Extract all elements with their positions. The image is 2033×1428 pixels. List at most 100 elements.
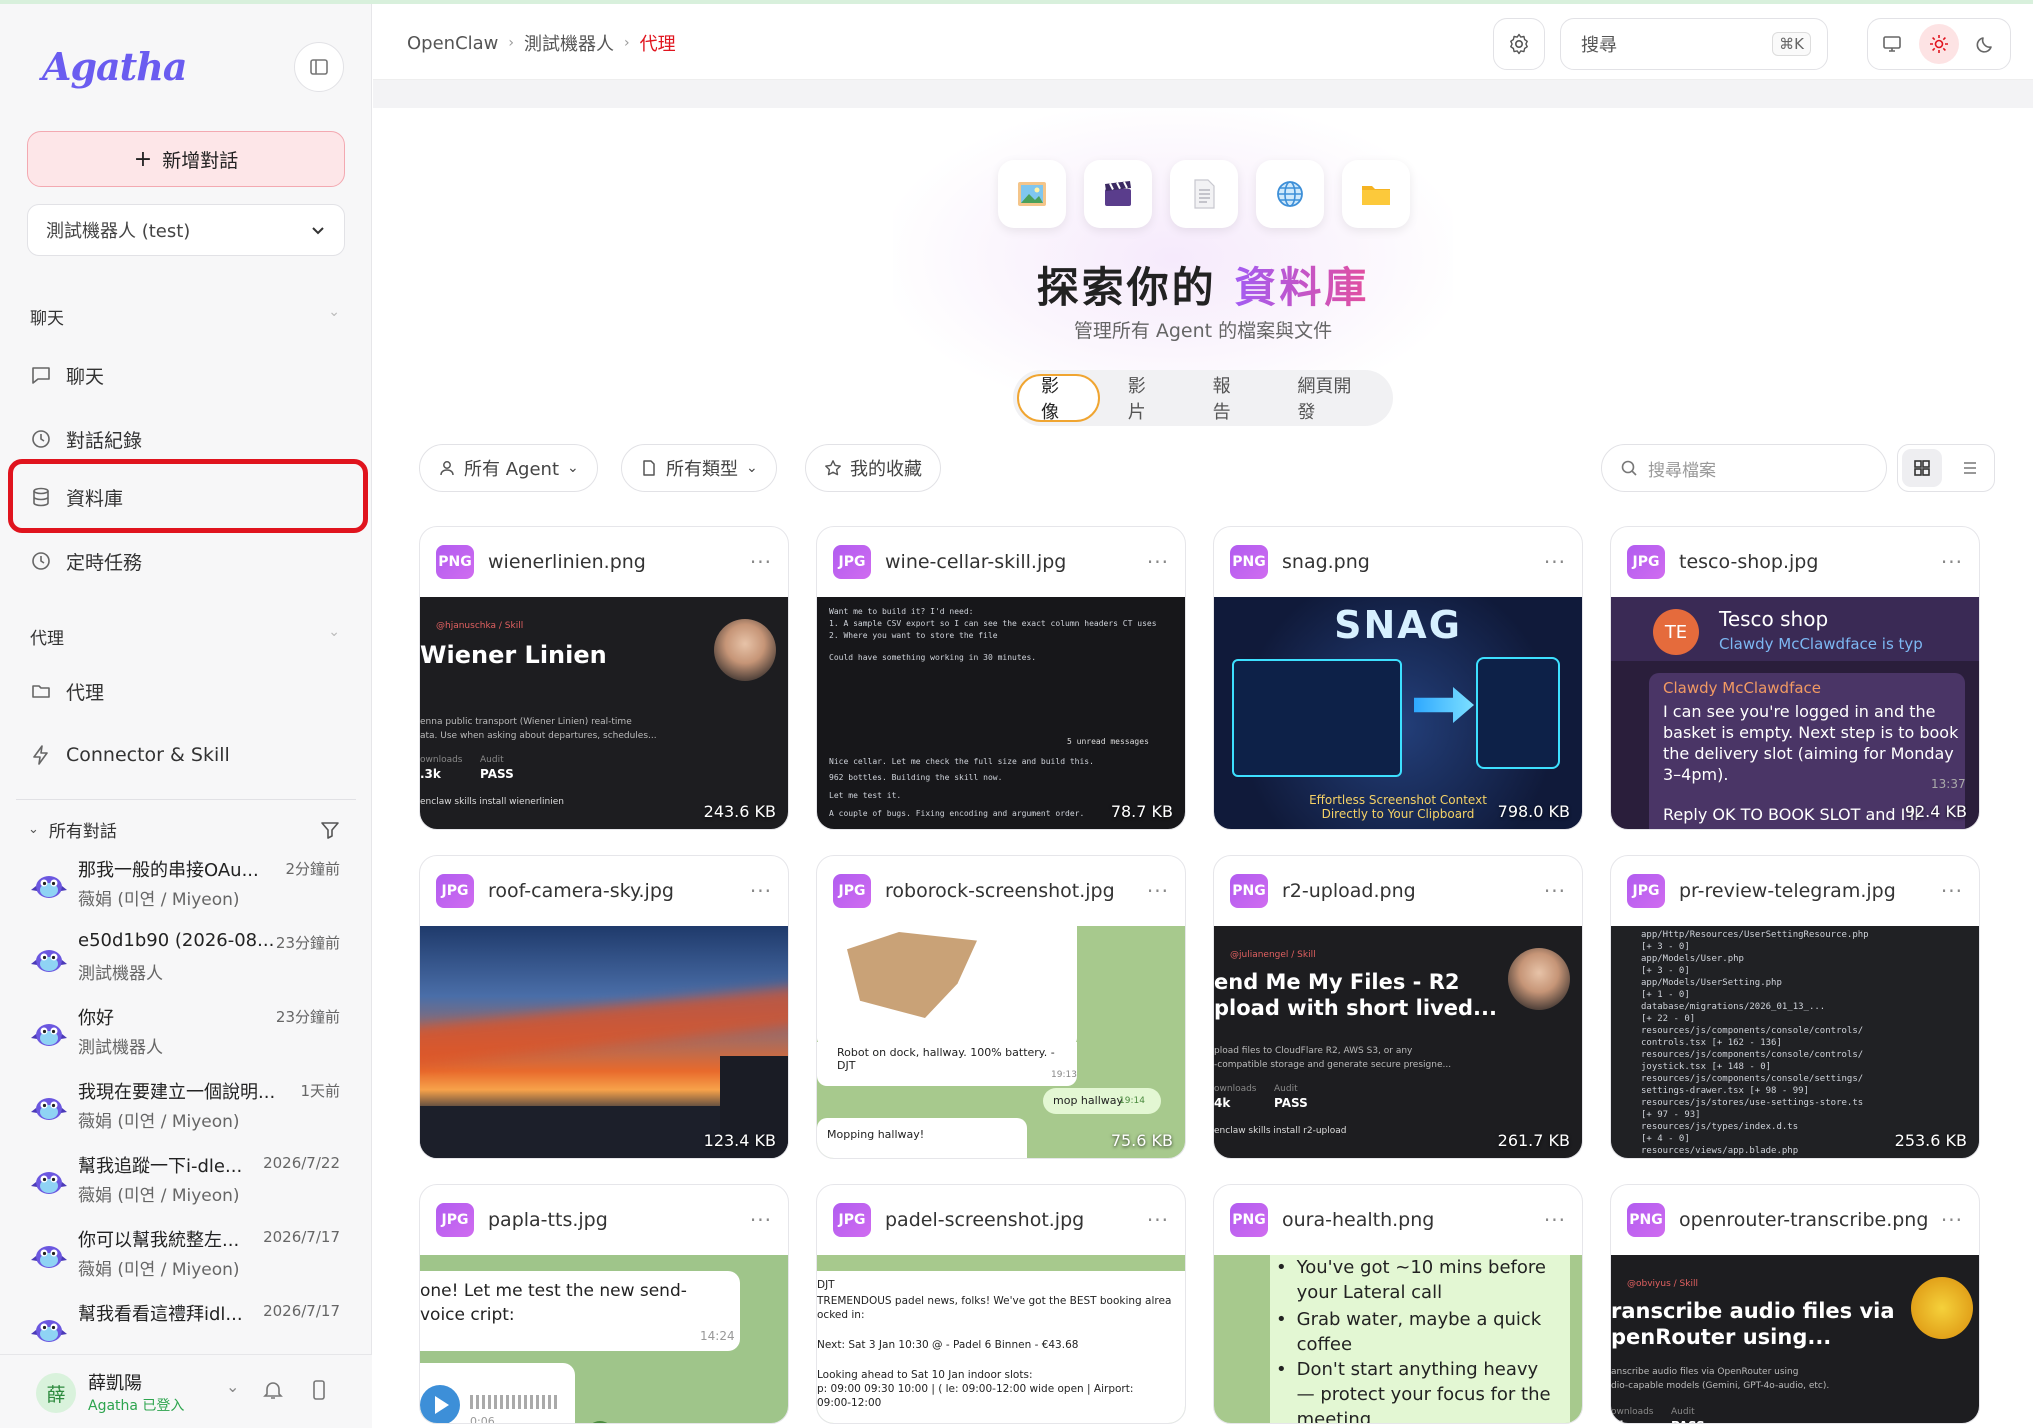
agent-select[interactable]: 測試機器人 (test) [27, 204, 345, 256]
sidebar-item-label: 代理 [66, 681, 105, 704]
section-agent-header[interactable]: 代理 ⌄ [30, 624, 340, 649]
conversation-item[interactable]: 那我一般的串接OAu... 2分鐘前 薇娟 (미연 / Miyeon) [28, 856, 340, 922]
conversation-agent: 薇娟 (미연 / Miyeon) [78, 890, 240, 910]
file-card[interactable]: JPG roof-camera-sky.jpg ··· 123.4 KB [419, 855, 789, 1159]
sidebar-item-agent[interactable]: 代理 [28, 666, 350, 716]
sidebar-item-history[interactable]: 對話紀錄 [28, 414, 350, 464]
thumb-text: Grab water, maybe a quick coffee [1296, 1309, 1542, 1355]
bot-avatar-icon [30, 1014, 68, 1052]
more-options-icon[interactable]: ··· [1941, 879, 1963, 903]
settings-button[interactable] [1493, 18, 1545, 70]
sidebar-item-connector-skill[interactable]: Connector & Skill [28, 730, 350, 780]
file-card[interactable]: JPG pr-review-telegram.jpg ··· app/Http/Res… [1610, 855, 1980, 1159]
breadcrumb: OpenClaw › 測試機器人 › 代理 [407, 30, 676, 56]
type-filter[interactable]: 所有類型 ⌄ [621, 444, 777, 492]
file-name[interactable]: padel-screenshot.jpg [885, 1209, 1147, 1231]
file-type-badge: JPG [833, 874, 871, 908]
file-card[interactable]: JPG padel-screenshot.jpg ··· DJT TREMENDOUS … [816, 1184, 1186, 1424]
file-search-input[interactable]: 搜尋檔案 [1601, 444, 1887, 492]
thumb-text: controls.tsx [+ 162 - 136] [1641, 1038, 1782, 1048]
sidebar-collapse-button[interactable] [294, 42, 344, 92]
file-card[interactable]: JPG tesco-shop.jpg ··· TE Tesco shop Clawdy M… [1610, 526, 1980, 830]
breadcrumb-item[interactable]: 測試機器人 [524, 30, 614, 56]
file-card[interactable]: PNG oura-health.png ··· • You've got ~10 min… [1213, 1184, 1583, 1424]
file-search-placeholder: 搜尋檔案 [1648, 460, 1716, 481]
file-card[interactable]: PNG wienerlinien.png ··· @hjanuschka / Skil… [419, 526, 789, 830]
section-chat-header[interactable]: 聊天 ⌄ [30, 304, 340, 329]
conversation-item[interactable]: 你好 23分鐘前 測試機器人 [28, 1004, 340, 1070]
chevron-down-icon[interactable]: ⌄ [226, 1377, 239, 1396]
new-chat-label: 新增對話 [162, 149, 239, 172]
file-name[interactable]: wine-cellar-skill.jpg [885, 551, 1147, 573]
tab-images[interactable]: 影像 [1017, 374, 1100, 423]
sidebar-item-chat[interactable]: 聊天 [28, 350, 350, 400]
tab-web-dev[interactable]: 網頁開發 [1275, 374, 1389, 423]
thumb-text: 19:14 [1119, 1096, 1145, 1106]
more-options-icon[interactable]: ··· [1147, 1208, 1169, 1232]
file-name[interactable]: roborock-screenshot.jpg [885, 880, 1147, 902]
tab-videos[interactable]: 影片 [1106, 374, 1185, 423]
file-card-header: JPG padel-screenshot.jpg ··· [817, 1185, 1185, 1255]
phone-icon[interactable] [308, 1379, 330, 1401]
file-name[interactable]: oura-health.png [1282, 1209, 1544, 1231]
thumb-text: 4k [1214, 1096, 1231, 1110]
breadcrumb-item[interactable]: OpenClaw [407, 33, 498, 54]
file-thumbnail: @obviyus / Skill ranscribe audio files vi… [1611, 1255, 1979, 1423]
new-chat-button[interactable]: + 新增對話 [27, 131, 345, 187]
more-options-icon[interactable]: ··· [1544, 1208, 1566, 1232]
file-name[interactable]: r2-upload.png [1282, 880, 1544, 902]
more-options-icon[interactable]: ··· [1941, 1208, 1963, 1232]
file-name[interactable]: pr-review-telegram.jpg [1679, 880, 1941, 902]
file-name[interactable]: openrouter-transcribe.png [1679, 1209, 1941, 1231]
file-name[interactable]: wienerlinien.png [488, 551, 750, 573]
thumb-text: @julianengel / Skill [1230, 950, 1316, 960]
global-search[interactable]: 搜尋 ⌘K [1560, 18, 1828, 70]
tab-reports[interactable]: 報告 [1191, 374, 1270, 423]
more-options-icon[interactable]: ··· [750, 879, 772, 903]
conversation-item[interactable]: 我現在要建立一個說明... 1天前 薇娟 (미연 / Miyeon) [28, 1078, 340, 1144]
thumb-text: @obviyus / Skill [1627, 1279, 1698, 1289]
file-card[interactable]: PNG r2-upload.png ··· @julianengel / Skill e… [1213, 855, 1583, 1159]
more-options-icon[interactable]: ··· [1941, 550, 1963, 574]
file-name[interactable]: roof-camera-sky.jpg [488, 880, 750, 902]
favorites-filter[interactable]: 我的收藏 [805, 444, 941, 492]
avatar[interactable]: 薛 [36, 1373, 76, 1413]
thumb-text: [+ 1 - 0] [1641, 990, 1690, 1000]
conversation-item[interactable]: e50d1b90 (2026-08... 23分鐘前 測試機器人 [28, 930, 340, 996]
sidebar-item-schedule[interactable]: 定時任務 [28, 536, 350, 586]
conversation-agent: 測試機器人 [78, 1038, 163, 1058]
thumb-text: PASS [1671, 1419, 1705, 1423]
file-card[interactable]: PNG openrouter-transcribe.png ··· @obviyus … [1610, 1184, 1980, 1424]
theme-light-button[interactable] [1918, 24, 1959, 64]
file-card[interactable]: PNG snag.png ··· SNAG Effortless Screenshot … [1213, 526, 1583, 830]
theme-dark-button[interactable] [1966, 24, 2006, 64]
file-name[interactable]: papla-tts.jpg [488, 1209, 750, 1231]
all-conversations-header[interactable]: ⌄ 所有對話 [28, 817, 340, 842]
file-card[interactable]: JPG wine-cellar-skill.jpg ··· Want me to bu… [816, 526, 1186, 830]
more-options-icon[interactable]: ··· [1544, 879, 1566, 903]
file-card[interactable]: JPG papla-tts.jpg ··· one! Let me test the … [419, 1184, 789, 1424]
conversation-title: 幫我追蹤一下i-dle... [78, 1156, 243, 1177]
conversation-item[interactable]: 幫我追蹤一下i-dle... 2026/7/22 薇娟 (미연 / Miyeon) [28, 1152, 340, 1218]
thumb-text: enna public transport (Wiener Linien) re… [420, 717, 632, 727]
bell-icon[interactable] [262, 1379, 284, 1401]
conversation-title: 我現在要建立一個說明... [78, 1082, 276, 1103]
file-card[interactable]: JPG roborock-screenshot.jpg ··· Robot on do… [816, 855, 1186, 1159]
more-options-icon[interactable]: ··· [750, 550, 772, 574]
conversation-item[interactable]: 你可以幫我統整左... 2026/7/17 薇娟 (미연 / Miyeon) [28, 1226, 340, 1292]
more-options-icon[interactable]: ··· [1544, 550, 1566, 574]
app-logo[interactable]: Agatha [42, 44, 187, 89]
agent-filter[interactable]: 所有 Agent ⌄ [419, 444, 598, 492]
file-card-header: PNG wienerlinien.png ··· [420, 527, 788, 597]
theme-system-button[interactable] [1872, 24, 1912, 64]
file-thumbnail: SNAG Effortless Screenshot Context Directl… [1214, 597, 1582, 829]
grid-view-button[interactable] [1902, 449, 1942, 487]
more-options-icon[interactable]: ··· [750, 1208, 772, 1232]
more-options-icon[interactable]: ··· [1147, 550, 1169, 574]
more-options-icon[interactable]: ··· [1147, 879, 1169, 903]
filter-icon[interactable] [320, 820, 340, 840]
file-name[interactable]: tesco-shop.jpg [1679, 551, 1941, 573]
play-icon[interactable] [420, 1385, 460, 1423]
file-name[interactable]: snag.png [1282, 551, 1544, 573]
list-view-button[interactable] [1950, 449, 1990, 487]
